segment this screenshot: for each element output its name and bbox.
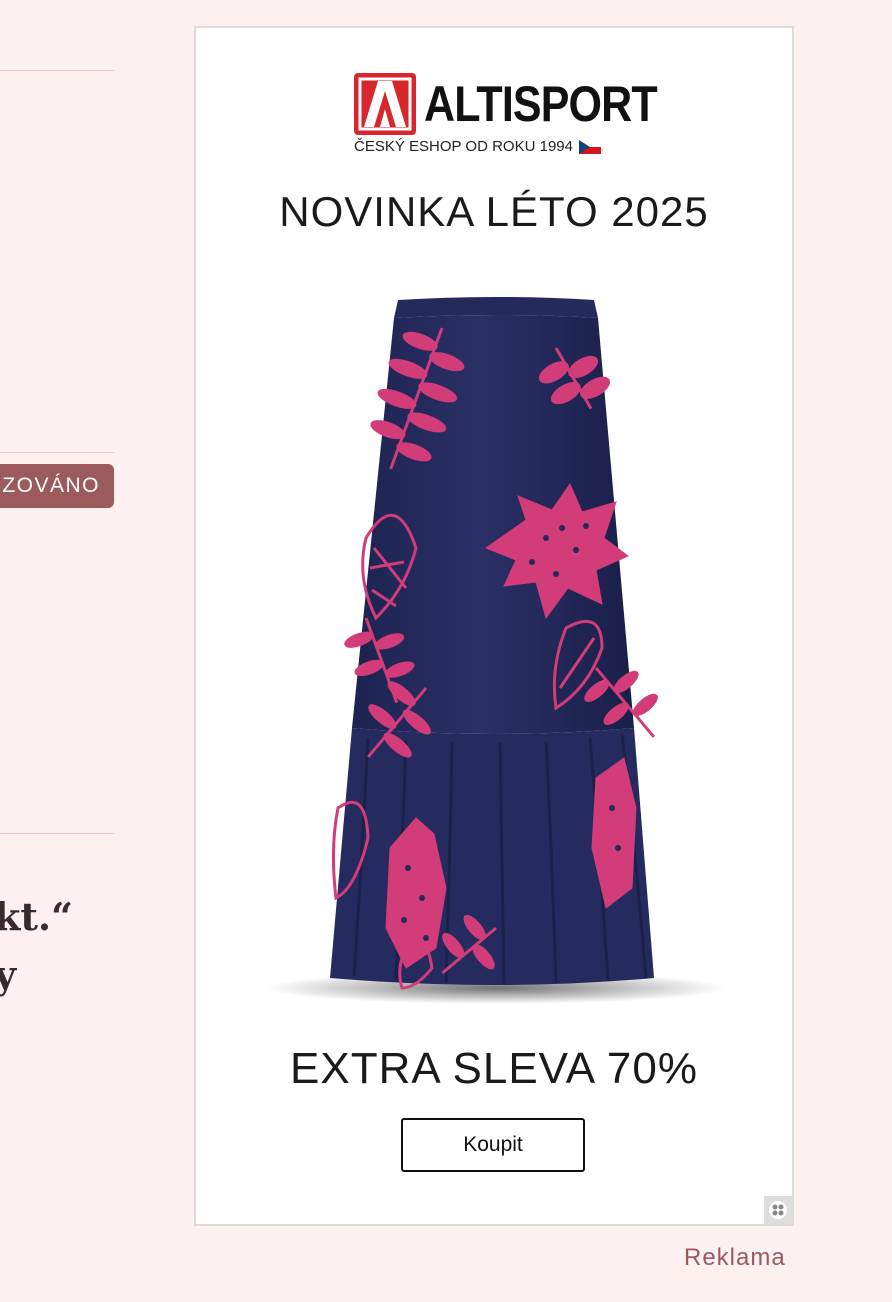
ad-offer: EXTRA SLEVA 70% [290, 1044, 698, 1093]
buy-button[interactable]: Koupit [401, 1118, 585, 1172]
divider [0, 70, 114, 71]
category-badge[interactable]: ZOVÁNO [0, 464, 114, 508]
page: ZOVÁNO kt.“ y ALTISPORT ČESKÝ ESHOP OD R… [0, 0, 892, 1302]
brand-tagline: ČESKÝ ESHOP OD ROKU 1994 [354, 138, 601, 155]
skirt-product-image[interactable] [256, 288, 736, 1008]
quote-line: kt.“ [0, 894, 73, 939]
divider [0, 833, 114, 834]
advertisement-banner[interactable]: ALTISPORT ČESKÝ ESHOP OD ROKU 1994 NOVIN… [194, 26, 794, 1226]
adchoices-icon[interactable] [764, 1196, 792, 1224]
ad-headline: NOVINKA LÉTO 2025 [279, 188, 709, 235]
quote-line: y [0, 952, 17, 997]
ad-label: Reklama [684, 1244, 786, 1271]
brand-tagline-text: ČESKÝ ESHOP OD ROKU 1994 [354, 138, 573, 155]
czech-flag-icon [578, 139, 601, 154]
brand-logo: ALTISPORT [354, 72, 695, 136]
brand-logo-icon [354, 73, 416, 135]
divider [0, 452, 114, 453]
quote-fragment: kt.“ y [0, 888, 114, 1004]
article-column-fragment: ZOVÁNO kt.“ y [0, 0, 114, 1302]
brand-name: ALTISPORT [424, 76, 658, 132]
